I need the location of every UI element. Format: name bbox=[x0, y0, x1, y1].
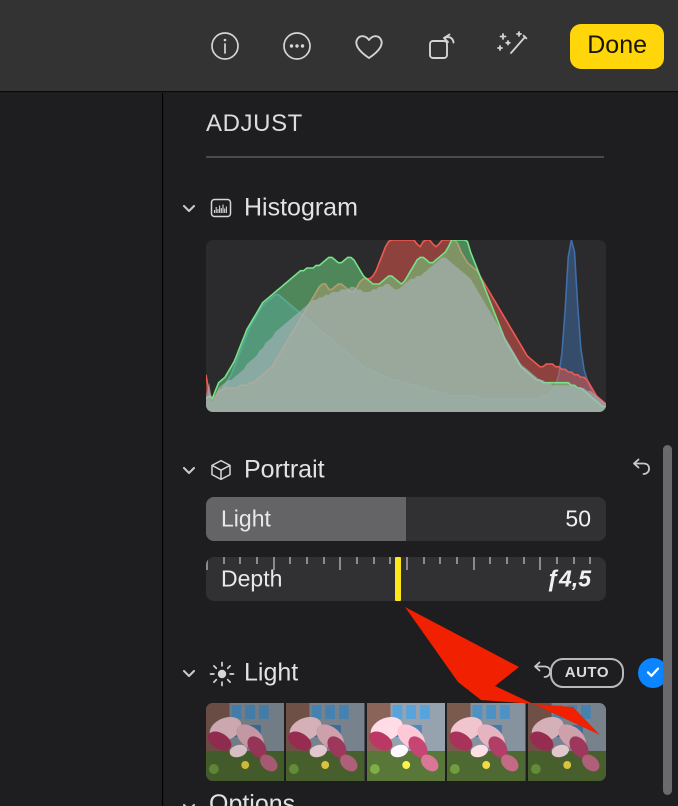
section-label-portrait: Portrait bbox=[244, 455, 325, 484]
tick-mark bbox=[539, 557, 542, 570]
section-header-light[interactable]: Light AUTO bbox=[164, 656, 678, 690]
done-button[interactable]: Done bbox=[570, 23, 664, 69]
histogram-svg bbox=[206, 240, 606, 412]
portrait-light-slider[interactable]: Light 50 bbox=[206, 497, 606, 541]
image-canvas-pane bbox=[0, 93, 163, 806]
tick-mark bbox=[406, 557, 408, 570]
section-header-options[interactable]: Options bbox=[164, 790, 678, 806]
chevron-down-icon[interactable] bbox=[180, 461, 198, 479]
filmstrip-thumbnail[interactable] bbox=[206, 703, 285, 781]
tick-mark bbox=[472, 557, 475, 570]
section-header-histogram[interactable]: Histogram bbox=[164, 191, 678, 225]
photo-editor-screen: Done ADJUST Histogram Portrait Light 50 … bbox=[0, 0, 678, 806]
tick-mark bbox=[556, 557, 558, 564]
reset-arrow-icon[interactable] bbox=[628, 455, 654, 486]
tick-mark bbox=[439, 557, 442, 564]
section-label-light: Light bbox=[244, 658, 299, 687]
chevron-down-icon[interactable] bbox=[180, 199, 198, 217]
histogram-icon bbox=[209, 196, 233, 220]
tick-mark bbox=[289, 557, 292, 564]
tick-mark bbox=[422, 557, 425, 564]
tick-mark bbox=[456, 557, 458, 564]
top-toolbar: Done bbox=[0, 0, 678, 92]
slider-label-depth: Depth bbox=[221, 565, 283, 592]
chevron-down-icon[interactable] bbox=[180, 798, 198, 806]
info-icon[interactable] bbox=[206, 27, 244, 65]
light-presets-filmstrip[interactable] bbox=[206, 703, 606, 781]
section-header-portrait[interactable]: Portrait bbox=[164, 453, 678, 487]
tick-mark bbox=[506, 557, 508, 564]
more-options-icon[interactable] bbox=[278, 27, 316, 65]
auto-enhance-wand-icon[interactable] bbox=[494, 27, 532, 65]
title-divider bbox=[206, 156, 604, 158]
filmstrip-thumbnail[interactable] bbox=[286, 703, 365, 781]
cube-icon bbox=[209, 458, 233, 482]
page-title: ADJUST bbox=[206, 110, 303, 137]
favorite-heart-icon[interactable] bbox=[350, 27, 388, 65]
filmstrip-thumbnail[interactable] bbox=[366, 703, 446, 781]
chevron-down-icon[interactable] bbox=[180, 664, 198, 682]
depth-slider[interactable]: Depth ƒ4,5 bbox=[206, 557, 606, 601]
tick-mark bbox=[489, 557, 492, 564]
checkmark-icon bbox=[644, 663, 662, 684]
tick-mark bbox=[322, 557, 325, 564]
slider-knob[interactable] bbox=[395, 557, 401, 601]
slider-value-depth: ƒ4,5 bbox=[546, 565, 591, 592]
panel-scrollbar[interactable] bbox=[663, 445, 672, 795]
tick-mark bbox=[206, 557, 208, 570]
tick-mark bbox=[389, 557, 392, 564]
rotate-icon[interactable] bbox=[422, 27, 460, 65]
histogram-chart bbox=[206, 240, 606, 412]
filmstrip-thumbnail[interactable] bbox=[527, 703, 606, 781]
tick-mark bbox=[589, 557, 592, 564]
adjust-panel: ADJUST Histogram Portrait Light 50 Depth… bbox=[164, 93, 678, 806]
tick-mark bbox=[339, 557, 342, 570]
tick-mark bbox=[239, 557, 242, 564]
tick-mark bbox=[522, 557, 525, 564]
tick-mark bbox=[306, 557, 308, 564]
tick-mark bbox=[222, 557, 225, 564]
section-label-histogram: Histogram bbox=[244, 193, 358, 222]
section-label-options: Options bbox=[209, 790, 296, 806]
sun-icon bbox=[209, 661, 235, 687]
slider-label-light: Light bbox=[221, 505, 271, 532]
auto-button[interactable]: AUTO bbox=[549, 658, 624, 688]
tick-mark bbox=[572, 557, 575, 564]
tick-mark bbox=[372, 557, 375, 564]
tick-mark bbox=[356, 557, 358, 564]
tick-mark bbox=[256, 557, 258, 564]
slider-value-light: 50 bbox=[565, 505, 591, 532]
filmstrip-thumbnail[interactable] bbox=[447, 703, 526, 781]
